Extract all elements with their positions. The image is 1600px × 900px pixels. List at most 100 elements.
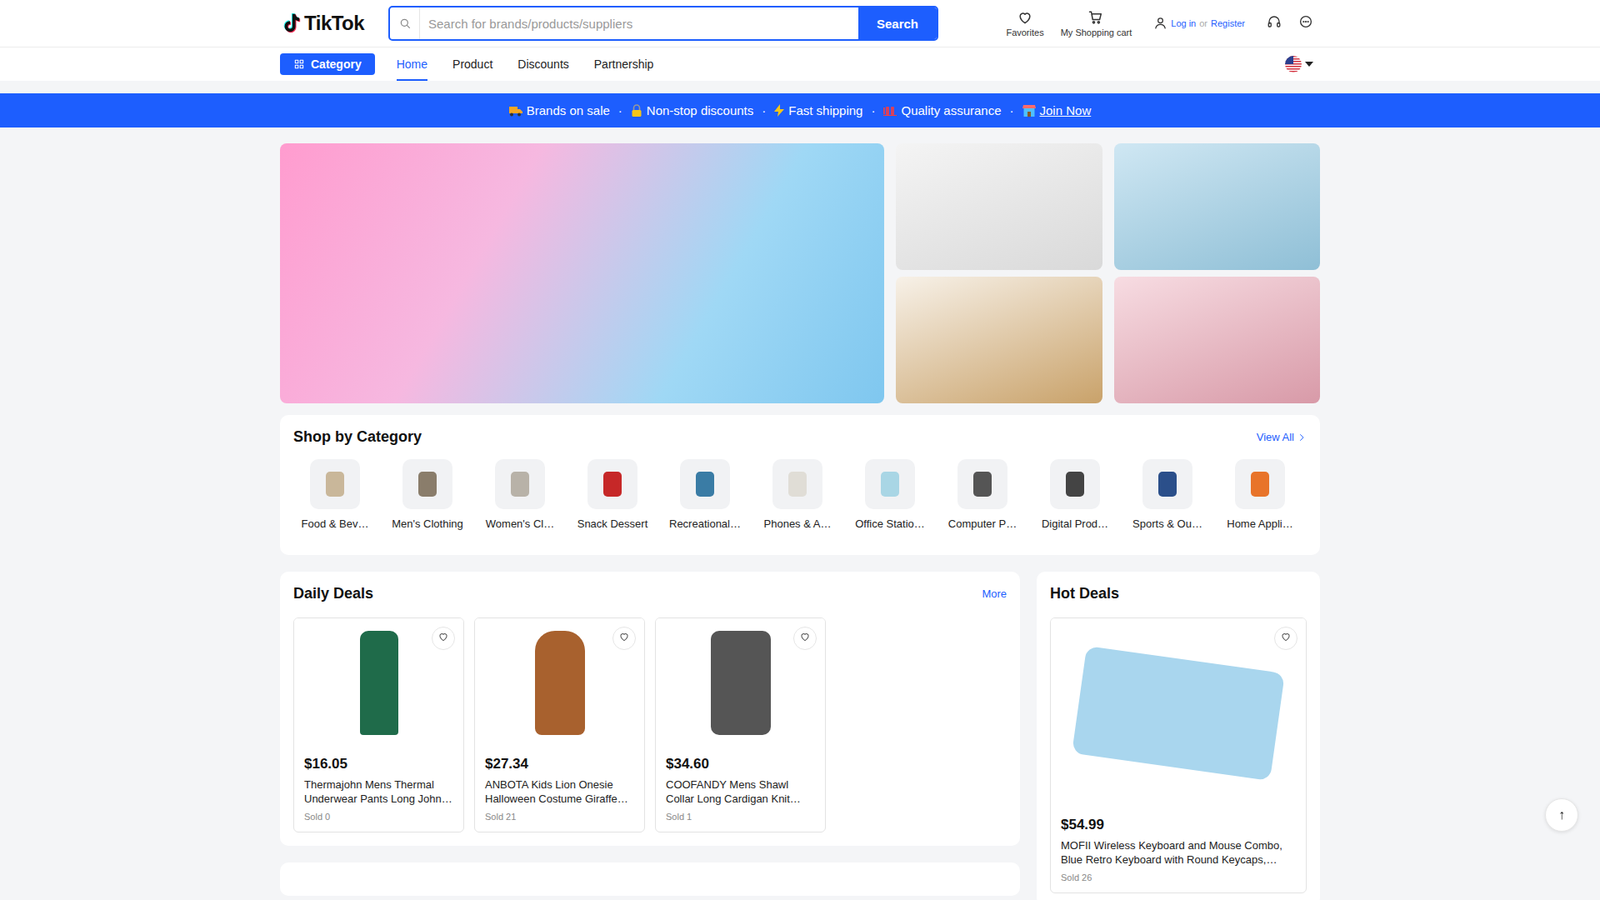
category-label[interactable]: Snack Dessert: [577, 517, 649, 530]
product-price: $54.99: [1060, 816, 1296, 834]
promo-item: Non-stop discounts: [630, 103, 754, 118]
truck-icon: [509, 105, 523, 117]
more-link[interactable]: More: [981, 587, 1007, 600]
daily-deals: Daily Deals More $16.05 Thermajohn Mens The…: [280, 571, 1020, 846]
product-card[interactable]: $16.05 Thermajohn Mens Thermal Underwear …: [293, 617, 465, 833]
category-label[interactable]: Women's Cl…: [485, 517, 555, 530]
category-image: [310, 459, 360, 510]
language-selector[interactable]: [1285, 55, 1314, 73]
promo-item[interactable]: Join Now: [1022, 103, 1092, 118]
category-item[interactable]: Food & Bev…: [293, 459, 377, 530]
category-label[interactable]: Recreational…: [669, 517, 741, 530]
category-item[interactable]: Home Appli…: [1218, 459, 1302, 530]
category-button[interactable]: Category: [280, 53, 375, 75]
register-link[interactable]: Register: [1210, 18, 1245, 29]
product-price: $16.05: [304, 755, 454, 773]
nav-tab[interactable]: Home: [396, 48, 428, 81]
favorite-button[interactable]: [793, 626, 817, 650]
category-image: [1142, 459, 1193, 510]
sold-count: Sold 26: [1060, 872, 1296, 883]
heart-icon: [1280, 630, 1292, 646]
product-card[interactable]: $34.60COOFANDY Mens Shawl Collar Long Ca…: [655, 617, 826, 833]
cart-button[interactable]: My Shopping cart: [1060, 9, 1133, 38]
product-title[interactable]: MOFII Wireless Keyboard and Mouse Combo,…: [1060, 838, 1296, 867]
promo-banner[interactable]: [1114, 276, 1321, 404]
section-title: Daily Deals: [293, 585, 374, 603]
tab-label[interactable]: Home: [396, 57, 428, 71]
category-label[interactable]: Food & Bev…: [301, 517, 370, 530]
product-card[interactable]: $27.34ANBOTA Kids Lion Onesie Halloween …: [474, 617, 645, 833]
category-item[interactable]: Computer P…: [940, 459, 1025, 530]
favorites-button[interactable]: Favorites: [1005, 9, 1044, 38]
view-all-label[interactable]: View All: [1256, 430, 1295, 444]
tab-label[interactable]: Discounts: [517, 57, 569, 71]
tab-label[interactable]: Partnership: [594, 57, 655, 71]
nav-bar: Category Home Product Discounts Partnership: [0, 47, 1600, 81]
main-banner[interactable]: [280, 143, 885, 404]
join-link[interactable]: Join Now: [1040, 103, 1092, 118]
view-all-link[interactable]: View All: [1256, 430, 1307, 444]
scroll-top-button[interactable]: ↑: [1545, 798, 1579, 832]
product-title[interactable]: Thermajohn Mens Thermal Underwear Pants …: [304, 777, 454, 806]
promo-banner[interactable]: [1114, 143, 1321, 270]
favorite-button[interactable]: [431, 626, 455, 650]
product-card[interactable]: $54.99 MOFII Wireless Keyboard and Mouse …: [1050, 617, 1307, 894]
nav-tab[interactable]: Partnership: [594, 48, 655, 81]
sold-count: Sold 0: [304, 811, 454, 822]
category-image: [1235, 459, 1285, 510]
favorite-button[interactable]: [1274, 626, 1298, 650]
favorite-button[interactable]: [612, 626, 636, 650]
category-image: [957, 459, 1008, 510]
category-label[interactable]: Computer P…: [948, 517, 1017, 530]
cart-icon: [1087, 9, 1105, 26]
tiktok-logo-icon: [280, 11, 302, 35]
section-title: Hot Deals: [1050, 585, 1120, 603]
logo[interactable]: TikTok: [280, 11, 372, 35]
tab-label[interactable]: Product: [452, 57, 493, 71]
category-image: [772, 459, 823, 510]
header: TikTok Search Favorites My Shopping cart Log…: [0, 0, 1600, 48]
category-item[interactable]: Office Statio…: [848, 459, 932, 530]
category-item[interactable]: Men's Clothing: [385, 459, 470, 530]
login-link[interactable]: Log in: [1170, 18, 1196, 29]
category-label[interactable]: Sports & Ou…: [1132, 517, 1203, 530]
next-section: [280, 862, 1020, 896]
category-image: [495, 459, 545, 510]
category-image: [680, 459, 730, 510]
category-section: Shop by CategoryView AllFood & Bev…Men's…: [280, 415, 1320, 555]
category-label: Category: [310, 57, 362, 71]
lock-icon: [630, 104, 643, 117]
category-item[interactable]: Snack Dessert: [570, 459, 655, 530]
search-bar: Search: [388, 5, 939, 41]
sold-count: Sold 21: [485, 811, 635, 822]
promo-banner[interactable]: [895, 143, 1103, 270]
sold-count: Sold 1: [665, 811, 815, 822]
product-title[interactable]: ANBOTA Kids Lion Onesie Halloween Costum…: [485, 777, 635, 806]
or-text: or: [1199, 18, 1208, 29]
search-input[interactable]: [420, 7, 859, 40]
category-item[interactable]: Women's Cl…: [478, 459, 562, 530]
promo-label: Quality assurance: [900, 103, 1001, 118]
account: Log inorRegister: [1153, 15, 1245, 32]
cart-label: My Shopping cart: [1060, 27, 1133, 38]
nav-tab[interactable]: Discounts: [517, 48, 569, 81]
hot-deals: Hot Deals $54.99 MOFII Wireless Keyboard a…: [1036, 571, 1320, 900]
category-item[interactable]: Phones & A…: [755, 459, 840, 530]
chat-icon[interactable]: [1298, 14, 1314, 33]
headset-icon[interactable]: [1266, 14, 1282, 33]
category-item[interactable]: Digital Prod…: [1033, 459, 1117, 530]
category-label[interactable]: Men's Clothing: [391, 517, 464, 530]
category-item[interactable]: Recreational…: [663, 459, 747, 530]
category-label[interactable]: Digital Prod…: [1041, 517, 1109, 530]
search-button[interactable]: Search: [858, 7, 937, 40]
separator: ·: [618, 103, 623, 118]
lightning-icon: [774, 104, 785, 117]
logo-text: TikTok: [304, 11, 365, 35]
category-item[interactable]: Sports & Ou…: [1125, 459, 1210, 530]
promo-banner[interactable]: [895, 276, 1103, 404]
category-label[interactable]: Office Statio…: [855, 517, 925, 530]
product-title[interactable]: COOFANDY Mens Shawl Collar Long Cardigan…: [665, 777, 815, 806]
nav-tab[interactable]: Product: [452, 48, 493, 81]
category-label[interactable]: Phones & A…: [764, 517, 832, 530]
category-label[interactable]: Home Appli…: [1226, 517, 1293, 530]
